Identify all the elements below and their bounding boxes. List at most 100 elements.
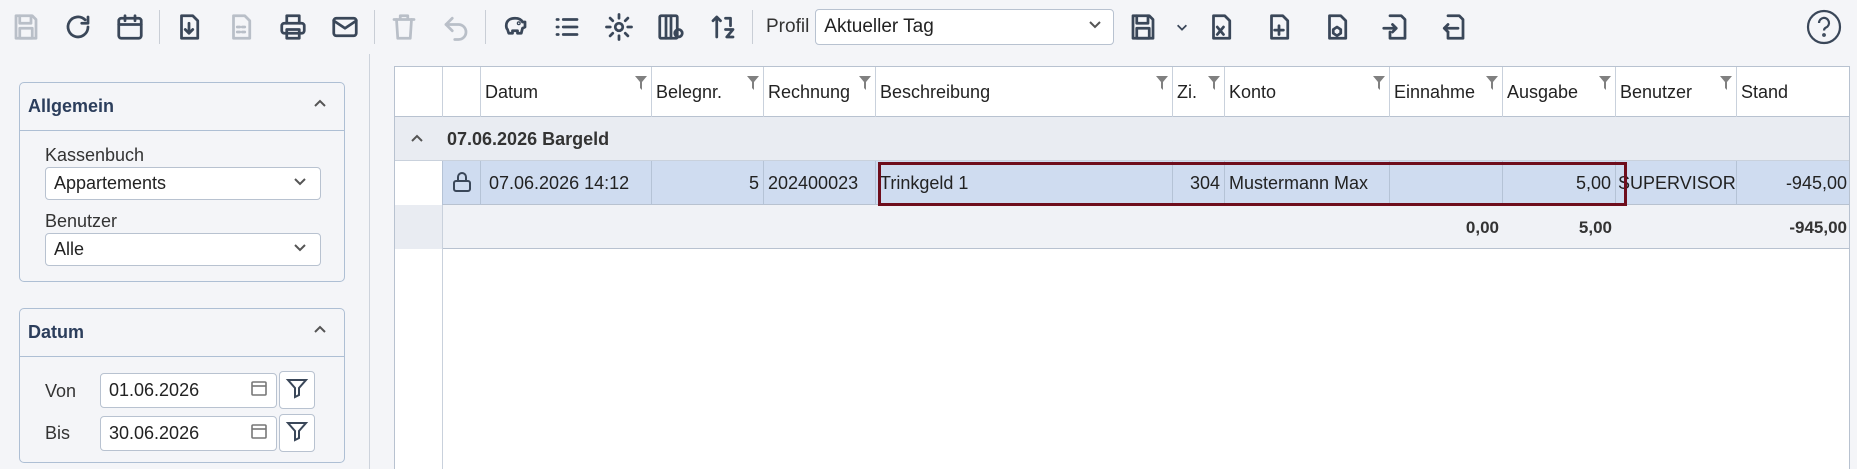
calendar-icon[interactable] <box>104 0 156 54</box>
header-belegnr[interactable]: Belegnr. <box>652 67 764 117</box>
allgemein-header[interactable]: Allgemein <box>20 83 344 131</box>
chevron-up-icon[interactable] <box>312 322 328 343</box>
lock-icon <box>443 161 481 205</box>
sum-stand: -945,00 <box>1789 218 1847 237</box>
header-rechnung[interactable]: Rechnung <box>764 67 876 117</box>
filter-icon[interactable] <box>1156 74 1168 90</box>
von-date-input[interactable]: 01.06.2026 <box>100 373 277 408</box>
sort-icon[interactable] <box>697 0 749 54</box>
profil-value: Aktueller Tag <box>824 16 934 37</box>
header-ausgabe[interactable]: Ausgabe <box>1503 67 1616 117</box>
toolbar: Profil Aktueller Tag <box>0 0 1857 54</box>
gear-icon[interactable] <box>593 0 645 54</box>
piggy-bank-icon[interactable] <box>489 0 541 54</box>
header-datum[interactable]: Datum <box>481 67 652 117</box>
group-row[interactable]: 07.06.2026 Bargeld <box>395 117 1849 161</box>
filter-icon[interactable] <box>1373 74 1385 90</box>
chevron-down-icon[interactable] <box>1172 0 1192 54</box>
profil-select[interactable]: Aktueller Tag <box>815 9 1115 45</box>
von-filter-button[interactable] <box>279 371 315 409</box>
filter-icon[interactable] <box>747 74 759 90</box>
cell-belegnr[interactable]: 5 <box>652 161 764 205</box>
header-zi-label: Zi. <box>1177 82 1197 102</box>
von-value: 01.06.2026 <box>109 380 200 400</box>
filter-icon[interactable] <box>1720 74 1732 90</box>
filter-icon[interactable] <box>1208 74 1220 90</box>
row-indicator <box>395 161 443 205</box>
new-document-icon[interactable] <box>1250 0 1308 54</box>
save-profile-icon[interactable] <box>1114 0 1172 54</box>
bis-label: Bis <box>45 423 71 443</box>
bis-filter-button[interactable] <box>279 414 315 452</box>
datum-header[interactable]: Datum <box>20 309 344 357</box>
table-row[interactable]: 07.06.2026 14:12 5 202400023 Trinkgeld 1… <box>395 161 1849 205</box>
header-belegnr-label: Belegnr. <box>656 82 723 102</box>
benutzer-label: Benutzer <box>45 211 118 231</box>
document-icon[interactable] <box>215 0 267 54</box>
profil-label: Profil <box>766 16 810 37</box>
cell-beschreibung[interactable]: Trinkgeld 1 <box>876 161 1173 205</box>
kassenbuch-label: Kassenbuch <box>45 145 145 165</box>
header-beschreibung-label: Beschreibung <box>880 82 991 102</box>
cell-stand[interactable]: -945,00 <box>1737 161 1849 205</box>
list-icon[interactable] <box>541 0 593 54</box>
print-icon[interactable] <box>267 0 319 54</box>
header-zi[interactable]: Zi. <box>1173 67 1225 117</box>
header-blank-2 <box>443 67 481 117</box>
kassenbuch-value: Appartements <box>54 173 167 193</box>
package-document-icon[interactable] <box>1308 0 1366 54</box>
header-konto[interactable]: Konto <box>1225 67 1390 117</box>
bis-date-input[interactable]: 30.06.2026 <box>100 416 277 451</box>
group-label: 07.06.2026 Bargeld <box>447 129 610 149</box>
filter-icon[interactable] <box>635 74 647 90</box>
cell-ausgabe[interactable]: 5,00 <box>1503 161 1616 205</box>
summary-indicator <box>395 205 443 249</box>
header-blank-1 <box>395 67 443 117</box>
datum-panel: Datum Von 01.06.2026 Bis 30.06.2026 <box>19 308 345 463</box>
kassenbuch-select[interactable]: Appartements <box>45 167 321 200</box>
mail-icon[interactable] <box>319 0 371 54</box>
cell-datum[interactable]: 07.06.2026 14:12 <box>481 161 652 205</box>
filter-icon[interactable] <box>1486 74 1498 90</box>
datum-title: Datum <box>28 322 85 342</box>
calendar-icon[interactable] <box>250 379 268 402</box>
cell-benutzer[interactable]: SUPERVISOR <box>1616 161 1737 205</box>
refresh-icon[interactable] <box>52 0 104 54</box>
save-icon[interactable] <box>0 0 52 54</box>
row-indicator-column <box>395 249 443 469</box>
filter-icon[interactable] <box>859 74 871 90</box>
undo-icon[interactable] <box>430 0 482 54</box>
toolbar-divider <box>374 10 375 44</box>
calendar-icon[interactable] <box>250 422 268 445</box>
import-icon[interactable] <box>1366 0 1424 54</box>
header-ausgabe-label: Ausgabe <box>1507 82 1579 102</box>
export-icon[interactable] <box>1424 0 1482 54</box>
benutzer-select[interactable]: Alle <box>45 233 321 266</box>
chevron-down-icon <box>1087 16 1103 38</box>
filter-icon[interactable] <box>1599 74 1611 90</box>
header-einnahme[interactable]: Einnahme <box>1390 67 1503 117</box>
help-icon[interactable] <box>1805 8 1843 46</box>
cell-konto[interactable]: Mustermann Max <box>1225 161 1390 205</box>
header-beschreibung[interactable]: Beschreibung <box>876 67 1173 117</box>
cell-rechnung[interactable]: 202400023 <box>764 161 876 205</box>
header-datum-label: Datum <box>485 82 539 102</box>
chevron-down-icon <box>292 173 308 194</box>
cell-zi[interactable]: 304 <box>1173 161 1225 205</box>
header-stand[interactable]: Stand <box>1737 67 1849 117</box>
grid-header: Datum Belegnr. Rechnung Beschreibung Zi.… <box>395 67 1849 117</box>
kassenbuch-grid: Datum Belegnr. Rechnung Beschreibung Zi.… <box>394 66 1850 469</box>
export-excel-icon[interactable] <box>1192 0 1250 54</box>
columns-settings-icon[interactable] <box>645 0 697 54</box>
sum-ausgabe: 5,00 <box>1578 218 1612 237</box>
filter-icon <box>285 376 309 405</box>
trash-icon[interactable] <box>378 0 430 54</box>
download-icon[interactable] <box>163 0 215 54</box>
filter-icon <box>285 419 309 448</box>
benutzer-value: Alle <box>54 239 85 259</box>
cell-einnahme[interactable] <box>1390 161 1503 205</box>
chevron-up-icon[interactable] <box>312 96 328 117</box>
header-benutzer[interactable]: Benutzer <box>1616 67 1737 117</box>
sum-einnahme: 0,00 <box>1465 218 1499 237</box>
chevron-up-icon[interactable] <box>409 131 425 147</box>
